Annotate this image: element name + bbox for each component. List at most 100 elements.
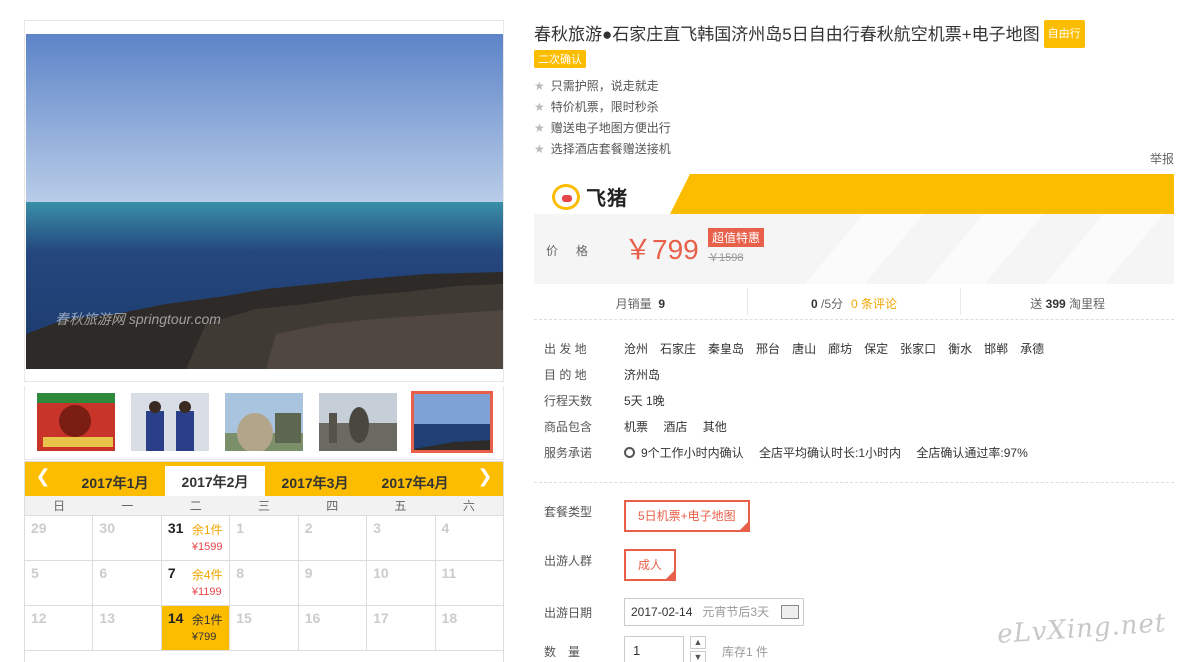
include-item: 酒店 bbox=[663, 420, 688, 434]
day-number: 17 bbox=[373, 610, 389, 626]
thumbnail-4[interactable] bbox=[317, 391, 399, 453]
trip-days: 5天 1晚 bbox=[624, 394, 665, 408]
calendar-day: 10 bbox=[367, 561, 436, 605]
product-info-column: 春秋旅游●石家庄直飞韩国济州岛5日自由行春秋航空机票+电子地图 自由行 二次确认 … bbox=[534, 20, 1174, 662]
month-tab-2[interactable]: 2017年2月 bbox=[165, 466, 265, 496]
calendar-day: 6 bbox=[93, 561, 162, 605]
departure-city[interactable]: 衡水 bbox=[948, 342, 972, 356]
calendar-day[interactable]: 7 余4件 ¥1199 bbox=[162, 561, 231, 605]
weekday: 一 bbox=[121, 499, 134, 513]
crowd-option[interactable]: 成人 bbox=[624, 549, 677, 581]
month-tab-4[interactable]: 2017年4月 bbox=[365, 469, 465, 496]
thumbnail-strip bbox=[24, 386, 504, 460]
departure-city[interactable]: 保定 bbox=[864, 342, 888, 356]
departure-city[interactable]: 唐山 bbox=[792, 342, 816, 356]
package-row: 套餐类型 5日机票+电子地图 bbox=[544, 500, 750, 532]
day-number: 1 bbox=[236, 520, 245, 536]
destination: 济州岛 bbox=[624, 368, 661, 382]
quantity-input[interactable]: 1 bbox=[624, 636, 684, 662]
package-option[interactable]: 5日机票+电子地图 bbox=[624, 500, 750, 532]
report-link[interactable]: 举报 bbox=[1150, 150, 1174, 167]
day-price: ¥1199 bbox=[191, 586, 222, 598]
day-number: 29 bbox=[31, 520, 47, 536]
calendar-weekdays: 日 一 二 三 四 五 六 bbox=[25, 496, 503, 516]
day-number: 16 bbox=[304, 610, 321, 626]
decrease-icon[interactable]: ▼ bbox=[690, 651, 706, 662]
month-tab-1[interactable]: 2017年1月 bbox=[65, 469, 165, 496]
service-row: 服务承诺 9个工作小时内确认 全店平均确认时长:1小时内 全店确认通过率:97% bbox=[544, 446, 1028, 460]
calendar-day[interactable]: 31 余1件 ¥1599 bbox=[162, 516, 231, 560]
prev-month-icon[interactable]: ❮ bbox=[33, 466, 53, 487]
departure-city[interactable]: 邢台 bbox=[756, 342, 780, 356]
feature-item: ★ 赠送电子地图方便出行 bbox=[534, 121, 671, 135]
day-stock: 余1件 bbox=[191, 613, 223, 627]
calendar-day: 30 bbox=[93, 516, 162, 560]
price-calendar: ❮ 2017年1月 2017年2月 2017年3月 2017年4月 ❯ 日 一 … bbox=[24, 461, 504, 662]
feature-list: ★ 只需护照，说走就走 ★ 特价机票，限时秒杀 ★ 赠送电子地图方便出行 ★ 选择酒店套… bbox=[534, 76, 1174, 160]
brand-name: 飞猪 bbox=[586, 188, 628, 210]
increase-icon[interactable]: ▲ bbox=[690, 636, 706, 649]
calendar-grid: 29 30 31 余1件 ¥1599 1 2 3 4 5 6 7 余4件 ¥1199 8 9 10 11 12 13 1… bbox=[25, 516, 503, 651]
day-price: ¥799 bbox=[191, 631, 217, 643]
destination-row: 目 的 地 济州岛 bbox=[544, 368, 661, 382]
departure-city[interactable]: 秦皇岛 bbox=[708, 342, 744, 356]
price-value: ￥799 bbox=[624, 234, 699, 265]
day-number: 12 bbox=[31, 610, 47, 626]
date-input[interactable]: 2017-02-14 元宵节后3天 bbox=[624, 598, 804, 626]
star-icon: ★ bbox=[534, 100, 545, 114]
stats-bar: 月销量 9 0 /5分 0 条评论 送 399 淘里程 bbox=[534, 284, 1174, 320]
reviews-link[interactable]: 0 条评论 bbox=[851, 297, 897, 311]
service-item: 全店平均确认时长:1小时内 bbox=[759, 446, 902, 460]
brand-bar: 飞猪 bbox=[534, 174, 1174, 214]
calendar-day[interactable]: 14 余1件 ¥799 bbox=[161, 606, 231, 650]
calendar-day: 4 bbox=[436, 516, 503, 560]
day-number: 2 bbox=[304, 520, 313, 536]
original-price: ￥1598 bbox=[708, 252, 744, 264]
star-icon: ★ bbox=[534, 121, 545, 135]
departure-city[interactable]: 沧州 bbox=[624, 342, 648, 356]
weekday: 二 bbox=[189, 499, 202, 513]
calendar-day: 12 bbox=[25, 606, 94, 650]
day-number: 3 bbox=[373, 520, 381, 536]
pig-logo-icon bbox=[552, 183, 580, 210]
calendar-day: 2 bbox=[299, 516, 368, 560]
weekday: 日 bbox=[53, 499, 66, 513]
day-number: 6 bbox=[99, 565, 108, 581]
calendar-icon[interactable] bbox=[781, 605, 799, 619]
calendar-day: 11 bbox=[436, 561, 503, 605]
decor-stripe bbox=[804, 214, 924, 284]
departure-city[interactable]: 邯郸 bbox=[984, 342, 1008, 356]
thumbnail-2[interactable] bbox=[129, 391, 211, 453]
star-icon: ★ bbox=[534, 79, 545, 93]
main-product-photo[interactable]: 春秋旅游网 springtour.com bbox=[24, 20, 504, 382]
calendar-day: 17 bbox=[367, 606, 436, 650]
thumbnail-3[interactable] bbox=[223, 391, 305, 453]
weekday: 四 bbox=[326, 499, 339, 513]
calendar-day: 1 bbox=[230, 516, 299, 560]
thumbnail-5[interactable] bbox=[411, 391, 493, 453]
calendar-day: 3 bbox=[367, 516, 436, 560]
decor-stripe bbox=[1044, 214, 1164, 284]
days-row: 行程天数 5天 1晚 bbox=[544, 394, 665, 408]
service-item: 9个工作小时内确认 bbox=[624, 446, 744, 460]
calendar-day: 8 bbox=[230, 561, 299, 605]
calendar-day: 29 bbox=[25, 516, 94, 560]
departure-city[interactable]: 张家口 bbox=[900, 342, 936, 356]
include-item: 机票 bbox=[624, 420, 649, 434]
stock-text: 库存1 件 bbox=[722, 644, 769, 659]
next-month-icon[interactable]: ❯ bbox=[475, 466, 495, 487]
day-stock: 余4件 bbox=[191, 568, 223, 582]
departure-city[interactable]: 承德 bbox=[1020, 342, 1044, 356]
product-title: 春秋旅游●石家庄直飞韩国济州岛5日自由行春秋航空机票+电子地图 自由行 bbox=[534, 20, 1174, 48]
rating: 0 /5分 0 条评论 bbox=[748, 288, 962, 315]
departure-city[interactable]: 石家庄 bbox=[660, 342, 696, 356]
star-icon: ★ bbox=[534, 142, 545, 156]
day-number: 15 bbox=[236, 610, 252, 626]
day-number: 30 bbox=[99, 520, 115, 536]
departure-city[interactable]: 廊坊 bbox=[828, 342, 852, 356]
thumbnail-1[interactable] bbox=[35, 391, 117, 453]
trip-info: 出 发 地 沧州 石家庄 秦皇岛 邢台 唐山 廊坊 保定 张家口 衡水 邯郸 承德 目 的 地 济州… bbox=[544, 336, 1164, 466]
gallery-column: 春秋旅游网 springtour.com ❮ 2017年1月 2017年2月 2… bbox=[24, 20, 504, 662]
section-divider bbox=[534, 482, 1174, 483]
month-tab-3[interactable]: 2017年3月 bbox=[265, 469, 365, 496]
